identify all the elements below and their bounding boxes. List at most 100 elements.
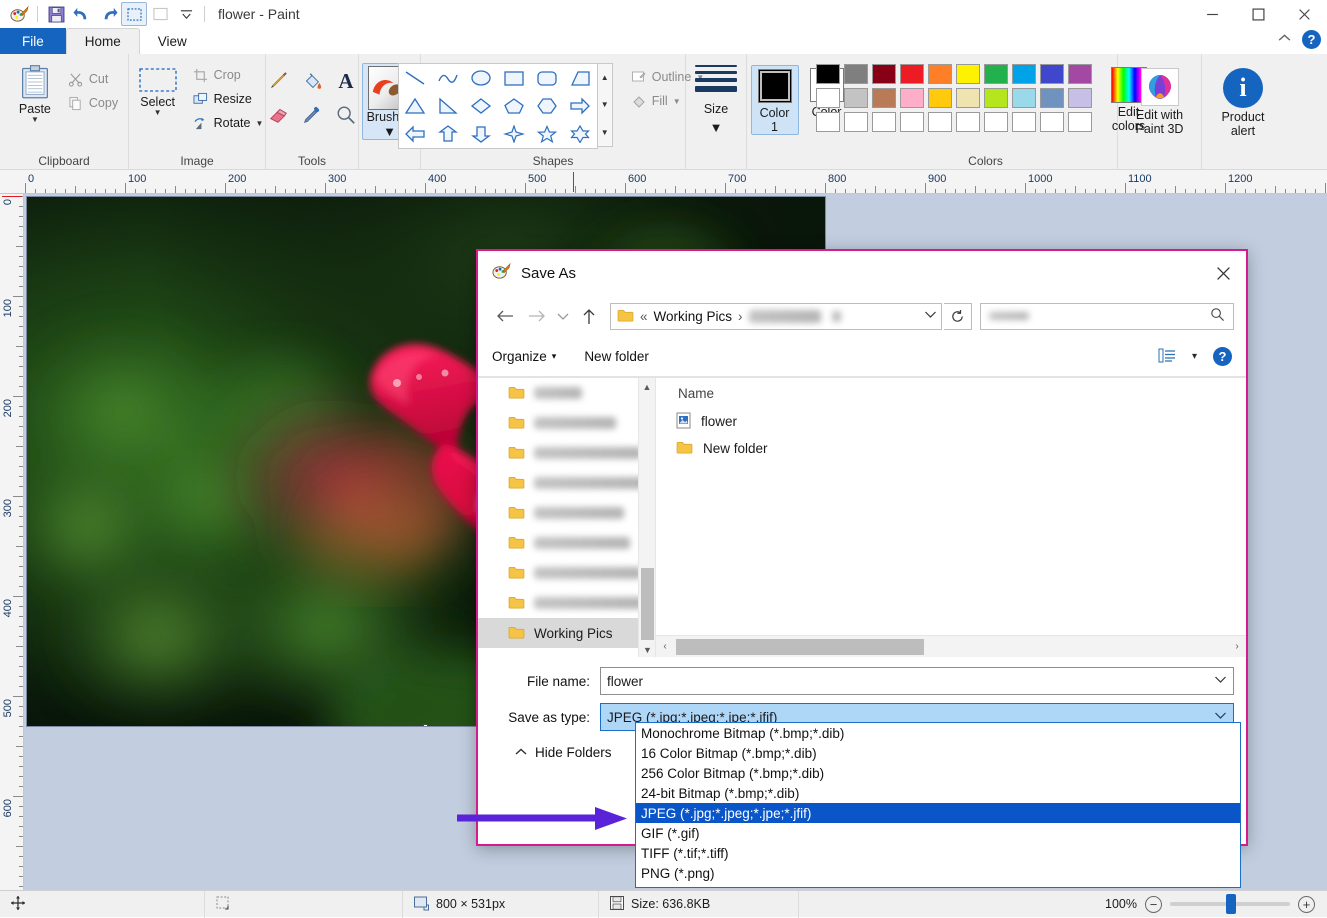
eraser-icon[interactable] (262, 99, 294, 131)
file-list-item[interactable]: New folder (676, 435, 1246, 462)
search-box[interactable] (980, 303, 1234, 330)
palette-swatch-row2-1[interactable] (844, 88, 868, 108)
up-button[interactable] (574, 301, 604, 331)
palette-swatch-row1-0[interactable] (816, 64, 840, 84)
shape-right-arrow[interactable] (564, 92, 597, 120)
breadcrumb-working-pics[interactable]: Working Pics (654, 309, 733, 324)
shape-triangle[interactable] (399, 92, 432, 120)
palette-swatch-row2-2[interactable] (872, 88, 896, 108)
nav-item[interactable] (478, 528, 655, 558)
size-caret-icon[interactable]: ▼ (710, 120, 723, 135)
type-option-4[interactable]: JPEG (*.jpg;*.jpeg;*.jpe;*.jfif) (636, 803, 1240, 823)
type-option-7[interactable]: PNG (*.png) (636, 863, 1240, 883)
type-option-2[interactable]: 256 Color Bitmap (*.bmp;*.dib) (636, 763, 1240, 783)
save-as-type-dropdown[interactable]: Monochrome Bitmap (*.bmp;*.dib)16 Color … (635, 722, 1241, 888)
help-icon[interactable]: ? (1302, 30, 1321, 49)
palette-swatch-row3-7[interactable] (1012, 112, 1036, 132)
palette-swatch-row3-1[interactable] (844, 112, 868, 132)
undo-icon[interactable] (69, 2, 95, 26)
dialog-help-icon[interactable]: ? (1213, 347, 1232, 366)
view-list-icon[interactable] (1158, 348, 1176, 366)
palette-swatch-row2-7[interactable] (1012, 88, 1036, 108)
palette-swatch-row3-8[interactable] (1040, 112, 1064, 132)
organize-button[interactable]: Organize ▾ (492, 349, 556, 364)
shape-down-arrow[interactable] (465, 120, 498, 148)
shape-six-point-star[interactable] (564, 120, 597, 148)
crop-button[interactable]: Crop (189, 63, 268, 87)
shape-left-arrow[interactable] (399, 120, 432, 148)
address-bar[interactable]: « Working Pics › (610, 303, 942, 330)
tab-home[interactable]: Home (66, 28, 140, 54)
color-picker-icon[interactable] (296, 99, 328, 131)
nav-item[interactable] (478, 468, 655, 498)
select-caret-icon[interactable]: ▼ (154, 109, 162, 117)
palette-swatch-row2-8[interactable] (1040, 88, 1064, 108)
back-button[interactable] (490, 301, 520, 331)
file-pane-hscrollbar[interactable]: ‹ › (656, 635, 1246, 657)
customize-qat-caret-icon[interactable] (173, 2, 199, 26)
shape-rounded-rectangle[interactable] (531, 64, 564, 92)
new-folder-button[interactable]: New folder (584, 349, 649, 364)
type-option-3[interactable]: 24-bit Bitmap (*.bmp;*.dib) (636, 783, 1240, 803)
cut-button[interactable]: Cut (64, 67, 122, 91)
maximize-button[interactable] (1235, 0, 1281, 28)
minimize-button[interactable] (1189, 0, 1235, 28)
breadcrumb-blurred-segment[interactable] (749, 310, 821, 323)
palette-swatch-row2-3[interactable] (900, 88, 924, 108)
shape-pentagon[interactable] (498, 92, 531, 120)
shape-up-arrow[interactable] (432, 120, 465, 148)
edit-with-paint3d-button[interactable]: Edit with Paint 3D (1123, 65, 1197, 136)
nav-item[interactable] (478, 558, 655, 588)
file-name-input[interactable]: flower (600, 667, 1234, 695)
nav-item[interactable] (478, 588, 655, 618)
nav-item-working-pics[interactable]: Working Pics (478, 618, 655, 648)
view-caret-icon[interactable]: ▾ (1192, 351, 1197, 362)
palette-swatch-row3-9[interactable] (1068, 112, 1092, 132)
palette-swatch-row2-9[interactable] (1068, 88, 1092, 108)
address-caret-icon[interactable] (924, 310, 937, 322)
palette-swatch-row3-5[interactable] (956, 112, 980, 132)
size-button[interactable]: Size ▼ (687, 61, 745, 135)
hscroll-thumb[interactable] (676, 639, 924, 655)
collapse-ribbon-icon[interactable] (1277, 32, 1292, 47)
nav-scroll-down-icon[interactable]: ▼ (639, 641, 656, 657)
tab-view[interactable]: View (140, 28, 205, 54)
nav-scroll-thumb[interactable] (641, 568, 654, 640)
palette-swatch-row3-4[interactable] (928, 112, 952, 132)
paste-caret-icon[interactable]: ▼ (31, 116, 39, 124)
refresh-button[interactable] (944, 303, 972, 330)
magnifier-icon[interactable] (330, 99, 362, 131)
file-list[interactable]: flowerNew folder (656, 408, 1246, 635)
shape-hexagon[interactable] (531, 92, 564, 120)
shape-line[interactable] (399, 64, 432, 92)
nav-item[interactable] (478, 498, 655, 528)
palette-swatch-row3-0[interactable] (816, 112, 840, 132)
zoom-in-button[interactable]: + (1298, 896, 1315, 913)
shapes-expand-icon[interactable]: ▼ (598, 119, 612, 146)
product-alert-button[interactable]: i Product alert (1207, 65, 1279, 138)
palette-swatch-row1-6[interactable] (984, 64, 1008, 84)
hscroll-right-icon[interactable]: › (1228, 641, 1246, 652)
close-button[interactable] (1281, 0, 1327, 28)
shape-curve[interactable] (432, 64, 465, 92)
zoom-slider-thumb[interactable] (1226, 894, 1236, 914)
nav-item[interactable] (478, 438, 655, 468)
paint-icon[interactable] (6, 2, 32, 26)
redo-icon[interactable] (95, 2, 121, 26)
empty-icon[interactable] (147, 2, 173, 26)
text-icon[interactable]: A (330, 65, 362, 97)
palette-swatch-row1-7[interactable] (1012, 64, 1036, 84)
shapes-scrollbar[interactable]: ▲ ▼ ▼ (598, 63, 613, 147)
shapes-scroll-up-icon[interactable]: ▲ (598, 64, 612, 91)
save-icon[interactable] (43, 2, 69, 26)
palette-swatch-row1-8[interactable] (1040, 64, 1064, 84)
resize-handle-bottom[interactable] (423, 724, 428, 727)
shape-diamond[interactable] (465, 92, 498, 120)
select-icon[interactable] (121, 2, 147, 26)
shape-rectangle[interactable] (498, 64, 531, 92)
palette-swatch-row1-4[interactable] (928, 64, 952, 84)
file-list-item[interactable]: flower (676, 408, 1246, 435)
nav-pane-scrollbar[interactable]: ▲ ▼ (638, 378, 655, 657)
shapes-scroll-down-icon[interactable]: ▼ (598, 91, 612, 118)
rotate-button[interactable]: Rotate ▼ (189, 111, 268, 135)
